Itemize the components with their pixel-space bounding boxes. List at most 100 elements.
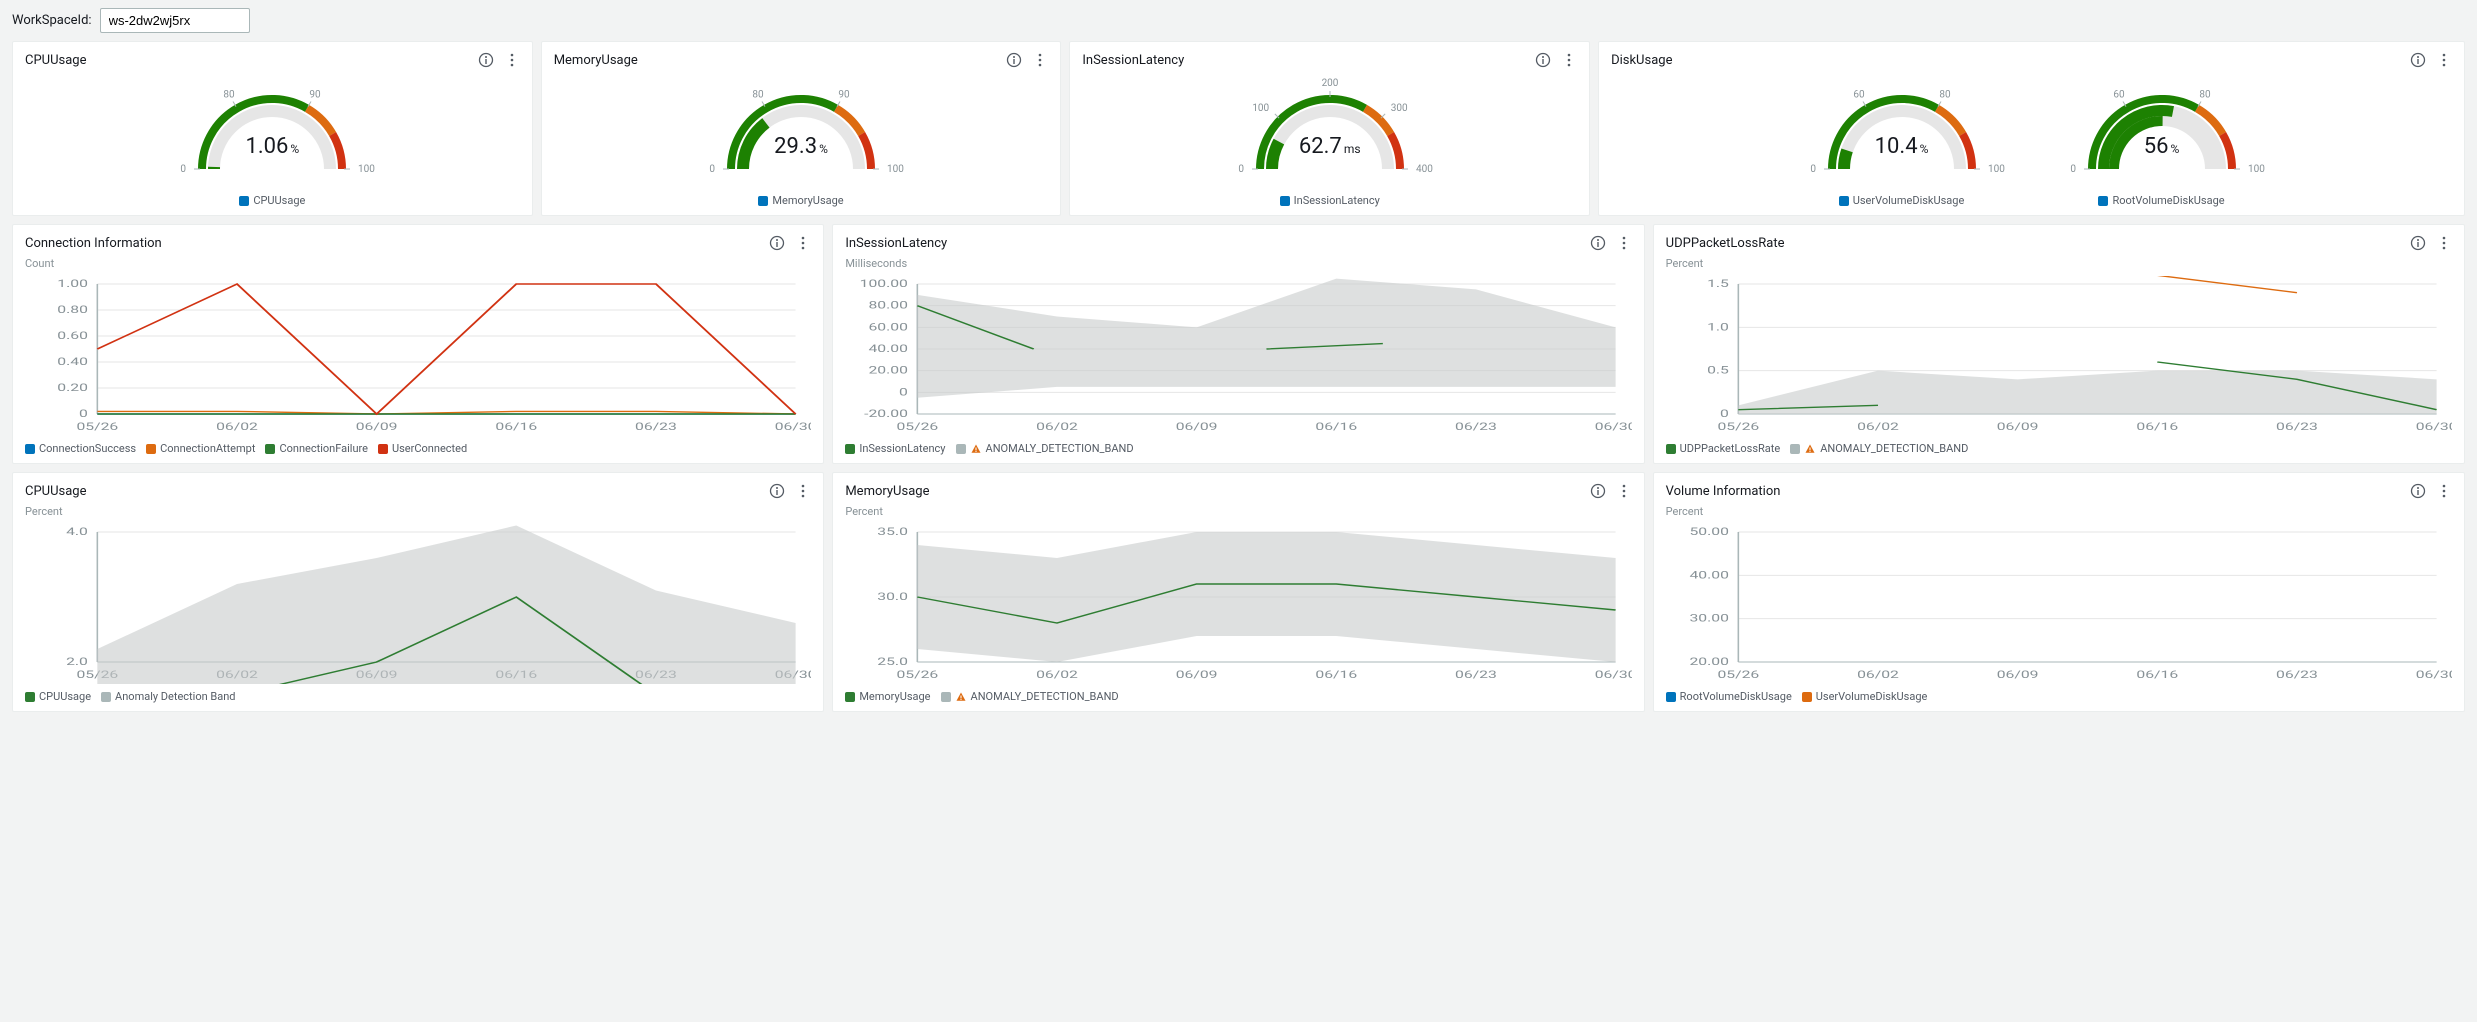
svg-text:06/09: 06/09 <box>1996 422 2038 433</box>
cpu-usage-more-button[interactable] <box>795 483 811 499</box>
cpu-gauge-panel: CPUUsage 08090100 1.06% CPUUsage <box>12 41 533 216</box>
svg-text:100: 100 <box>1988 164 2005 175</box>
svg-text:06/02: 06/02 <box>1036 422 1078 433</box>
insession-latency-title: InSessionLatency <box>845 236 947 251</box>
info-icon[interactable] <box>1590 483 1606 499</box>
more-options-icon[interactable] <box>504 52 520 68</box>
more-options-icon[interactable] <box>795 483 811 499</box>
svg-text:05/26: 05/26 <box>897 422 939 433</box>
memory-gauge-more-button[interactable] <box>1032 52 1048 68</box>
svg-text:06/09: 06/09 <box>356 422 398 433</box>
svg-text:1.0: 1.0 <box>1707 322 1729 333</box>
info-icon[interactable] <box>769 483 785 499</box>
udp-packet-loss-chart[interactable]: 00.51.01.505/2606/0206/0906/1606/2306/30 <box>1666 276 2452 436</box>
cpu-gauge-info-button[interactable] <box>478 52 494 68</box>
connection-info-legend-item[interactable]: ConnectionAttempt <box>146 442 255 455</box>
connection-info-chart[interactable]: 00.200.400.600.801.0005/2606/0206/0906/1… <box>25 276 811 436</box>
disk-gauge-more-button[interactable] <box>2436 52 2452 68</box>
latency-gauge-more-button[interactable] <box>1561 52 1577 68</box>
svg-text:06/02: 06/02 <box>216 422 258 433</box>
svg-text:1.5: 1.5 <box>1707 279 1729 290</box>
volume-info-info-button[interactable] <box>2410 483 2426 499</box>
svg-text:0: 0 <box>2070 164 2076 175</box>
svg-text:06/02: 06/02 <box>1036 670 1078 681</box>
svg-text:4.0: 4.0 <box>66 527 88 538</box>
cpu-usage-legend-item[interactable]: CPUUsage <box>25 690 91 703</box>
udp-packet-loss-more-button[interactable] <box>2436 235 2452 251</box>
svg-text:400: 400 <box>1416 164 1433 175</box>
insession-latency-legend-item[interactable]: InSessionLatency <box>845 442 945 455</box>
more-options-icon[interactable] <box>1032 52 1048 68</box>
svg-text:100.00: 100.00 <box>860 279 908 290</box>
info-icon[interactable] <box>1006 52 1022 68</box>
warning-icon <box>1804 443 1816 455</box>
connection-info-legend-item[interactable]: ConnectionSuccess <box>25 442 136 455</box>
udp-packet-loss-info-button[interactable] <box>2410 235 2426 251</box>
insession-latency-legend-item[interactable]: ANOMALY_DETECTION_BAND <box>956 442 1134 455</box>
volume-info-legend-item[interactable]: RootVolumeDiskUsage <box>1666 690 1792 703</box>
memory-usage-info-button[interactable] <box>1590 483 1606 499</box>
memory-gauge: 08090100 29.3% MemoryUsage <box>691 74 911 207</box>
svg-text:-20.00: -20.00 <box>864 409 908 420</box>
disk-gauge-panel: DiskUsage 06080100 10.4% UserVolumeDiskU… <box>1598 41 2465 216</box>
volume-info-chart[interactable]: 20.0030.0040.0050.0005/2606/0206/0906/16… <box>1666 524 2452 684</box>
more-options-icon[interactable] <box>2436 52 2452 68</box>
more-options-icon[interactable] <box>1616 483 1632 499</box>
volume-info-panel: Volume Information Percent 20.0030.0040.… <box>1653 472 2465 712</box>
insession-latency-chart[interactable]: -20.00020.0040.0060.0080.00100.0005/2606… <box>845 276 1631 436</box>
volume-info-more-button[interactable] <box>2436 483 2452 499</box>
cpu-usage-panel: CPUUsage Percent 2.04.005/2606/0206/0906… <box>12 472 824 712</box>
svg-text:06/23: 06/23 <box>635 422 677 433</box>
disk-gauge-info-button[interactable] <box>2410 52 2426 68</box>
memory-gauge-info-button[interactable] <box>1006 52 1022 68</box>
udp-packet-loss-legend-item[interactable]: ANOMALY_DETECTION_BAND <box>1790 442 1968 455</box>
cpu-usage-ylabel: Percent <box>25 505 811 518</box>
memory-usage-more-button[interactable] <box>1616 483 1632 499</box>
cpu-gauge-title: CPUUsage <box>25 53 87 68</box>
more-options-icon[interactable] <box>1616 235 1632 251</box>
more-options-icon[interactable] <box>2436 235 2452 251</box>
volume-info-legend-item[interactable]: UserVolumeDiskUsage <box>1802 690 1928 703</box>
info-icon[interactable] <box>2410 235 2426 251</box>
latency-gauge-info-button[interactable] <box>1535 52 1551 68</box>
warning-icon <box>955 691 967 703</box>
connection-info-legend-item[interactable]: ConnectionFailure <box>265 442 368 455</box>
workspace-id-input[interactable] <box>100 8 250 33</box>
insession-latency-more-button[interactable] <box>1616 235 1632 251</box>
cpu-usage-info-button[interactable] <box>769 483 785 499</box>
info-icon[interactable] <box>478 52 494 68</box>
connection-info-info-button[interactable] <box>769 235 785 251</box>
more-options-icon[interactable] <box>795 235 811 251</box>
memory-usage-legend-item[interactable]: MemoryUsage <box>845 690 930 703</box>
memory-usage-title: MemoryUsage <box>845 484 929 499</box>
svg-text:20.00: 20.00 <box>1689 657 1728 668</box>
cpu-usage-legend-item[interactable]: Anomaly Detection Band <box>101 690 235 703</box>
connection-info-more-button[interactable] <box>795 235 811 251</box>
info-icon[interactable] <box>1535 52 1551 68</box>
connection-info-legend-item[interactable]: UserConnected <box>378 442 467 455</box>
info-icon[interactable] <box>1590 235 1606 251</box>
more-options-icon[interactable] <box>2436 483 2452 499</box>
svg-text:100: 100 <box>358 164 375 175</box>
disk-gauge-title: DiskUsage <box>1611 53 1672 68</box>
memory-usage-ylabel: Percent <box>845 505 1631 518</box>
insession-latency-info-button[interactable] <box>1590 235 1606 251</box>
cpu-usage-chart[interactable]: 2.04.005/2606/0206/0906/1606/2306/30 <box>25 524 811 684</box>
info-icon[interactable] <box>769 235 785 251</box>
more-options-icon[interactable] <box>1561 52 1577 68</box>
udp-packet-loss-legend-item[interactable]: UDPPacketLossRate <box>1666 442 1781 455</box>
cpu-gauge-more-button[interactable] <box>504 52 520 68</box>
svg-text:06/23: 06/23 <box>2276 670 2318 681</box>
memory-usage-chart[interactable]: 25.030.035.005/2606/0206/0906/1606/2306/… <box>845 524 1631 684</box>
memory-usage-legend-item[interactable]: ANOMALY_DETECTION_BAND <box>941 690 1119 703</box>
svg-text:0.5: 0.5 <box>1707 365 1729 376</box>
svg-text:06/16: 06/16 <box>495 422 537 433</box>
connection-info-panel: Connection Information Count 00.200.400.… <box>12 224 824 464</box>
memory-legend: MemoryUsage <box>772 194 843 207</box>
svg-text:300: 300 <box>1391 103 1408 114</box>
info-icon[interactable] <box>2410 483 2426 499</box>
cpu-usage-title: CPUUsage <box>25 484 87 499</box>
info-icon[interactable] <box>2410 52 2426 68</box>
memory-gauge-panel: MemoryUsage 08090100 29.3% MemoryUsage <box>541 41 1062 216</box>
svg-text:06/16: 06/16 <box>1316 422 1358 433</box>
